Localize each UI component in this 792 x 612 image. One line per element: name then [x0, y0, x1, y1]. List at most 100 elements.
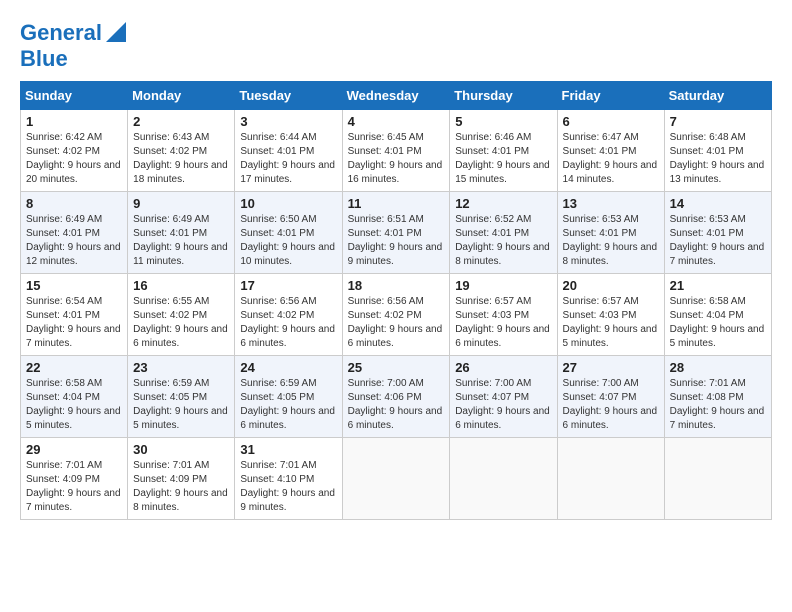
day-info: Sunrise: 7:00 AMSunset: 4:07 PMDaylight:…	[455, 377, 551, 433]
calendar-day: 8Sunrise: 6:49 AMSunset: 4:01 PMDaylight…	[21, 192, 128, 274]
calendar-day: 18Sunrise: 6:56 AMSunset: 4:02 PMDayligh…	[342, 274, 450, 356]
day-number: 8	[26, 196, 122, 211]
day-number: 28	[670, 360, 766, 375]
calendar-day: 27 Sunrise: 7:00 AMSunset: 4:07 PMDayligh…	[557, 356, 664, 438]
day-number: 25	[348, 360, 445, 375]
day-info: Sunrise: 6:58 AMSunset: 4:04 PMDaylight:…	[670, 295, 766, 351]
empty-cell	[664, 438, 771, 520]
day-number: 15	[26, 278, 122, 293]
calendar-day: 4 Sunrise: 6:45 AMSunset: 4:01 PMDaylight…	[342, 110, 450, 192]
day-number: 12	[455, 196, 551, 211]
day-info: Sunrise: 6:53 AMSunset: 4:01 PMDaylight:…	[670, 213, 766, 269]
calendar-day: 13Sunrise: 6:53 AMSunset: 4:01 PMDayligh…	[557, 192, 664, 274]
logo-icon	[106, 22, 126, 42]
day-number: 22	[26, 360, 122, 375]
day-header: Sunday	[21, 82, 128, 110]
day-number: 13	[563, 196, 659, 211]
calendar-week: 15 Sunrise: 6:54 AMSunset: 4:01 PMDayligh…	[21, 274, 772, 356]
day-info: Sunrise: 7:01 AMSunset: 4:10 PMDaylight:…	[240, 459, 336, 515]
day-number: 27	[563, 360, 659, 375]
day-info: Sunrise: 6:51 AMSunset: 4:01 PMDaylight:…	[348, 213, 445, 269]
calendar-day: 7Sunrise: 6:48 AMSunset: 4:01 PMDaylight…	[664, 110, 771, 192]
day-number: 2	[133, 114, 229, 129]
day-number: 4	[348, 114, 445, 129]
day-number: 14	[670, 196, 766, 211]
day-number: 10	[240, 196, 336, 211]
day-number: 5	[455, 114, 551, 129]
calendar-day: 19 Sunrise: 6:57 AMSunset: 4:03 PMDayligh…	[450, 274, 557, 356]
day-info: Sunrise: 6:48 AMSunset: 4:01 PMDaylight:…	[670, 131, 766, 187]
calendar-day: 2 Sunrise: 6:43 AMSunset: 4:02 PMDaylight…	[128, 110, 235, 192]
day-number: 19	[455, 278, 551, 293]
calendar-day: 6 Sunrise: 6:47 AMSunset: 4:01 PMDaylight…	[557, 110, 664, 192]
calendar-week: 8 Sunrise: 6:49 AMSunset: 4:01 PMDaylight…	[21, 192, 772, 274]
day-number: 26	[455, 360, 551, 375]
day-header: Thursday	[450, 82, 557, 110]
day-info: Sunrise: 6:45 AMSunset: 4:01 PMDaylight:…	[348, 131, 445, 187]
day-info: Sunrise: 6:46 AMSunset: 4:01 PMDaylight:…	[455, 131, 551, 187]
day-number: 17	[240, 278, 336, 293]
day-info: Sunrise: 6:56 AMSunset: 4:02 PMDaylight:…	[240, 295, 336, 351]
calendar-day: 29Sunrise: 7:01 AMSunset: 4:09 PMDayligh…	[21, 438, 128, 520]
calendar-day: 22 Sunrise: 6:58 AMSunset: 4:04 PMDayligh…	[21, 356, 128, 438]
day-number: 11	[348, 196, 445, 211]
day-number: 24	[240, 360, 336, 375]
day-info: Sunrise: 7:00 AMSunset: 4:06 PMDaylight:…	[348, 377, 445, 433]
empty-cell	[557, 438, 664, 520]
day-info: Sunrise: 6:57 AMSunset: 4:03 PMDaylight:…	[455, 295, 551, 351]
calendar-day: 28 Sunrise: 7:01 AMSunset: 4:08 PMDayligh…	[664, 356, 771, 438]
calendar-week: 1 Sunrise: 6:42 AMSunset: 4:02 PMDaylight…	[21, 110, 772, 192]
day-info: Sunrise: 6:58 AMSunset: 4:04 PMDaylight:…	[26, 377, 122, 433]
day-number: 29	[26, 442, 122, 457]
day-info: Sunrise: 6:54 AMSunset: 4:01 PMDaylight:…	[26, 295, 122, 351]
day-number: 6	[563, 114, 659, 129]
day-info: Sunrise: 6:47 AMSunset: 4:01 PMDaylight:…	[563, 131, 659, 187]
day-number: 31	[240, 442, 336, 457]
day-number: 3	[240, 114, 336, 129]
calendar: SundayMondayTuesdayWednesdayThursdayFrid…	[20, 81, 772, 520]
day-info: Sunrise: 6:56 AMSunset: 4:02 PMDaylight:…	[348, 295, 445, 351]
calendar-week: 22 Sunrise: 6:58 AMSunset: 4:04 PMDayligh…	[21, 356, 772, 438]
logo-text-blue: Blue	[20, 47, 68, 71]
calendar-week: 29Sunrise: 7:01 AMSunset: 4:09 PMDayligh…	[21, 438, 772, 520]
day-info: Sunrise: 6:49 AMSunset: 4:01 PMDaylight:…	[133, 213, 229, 269]
page-header: General Blue	[20, 20, 772, 71]
calendar-day: 10Sunrise: 6:50 AMSunset: 4:01 PMDayligh…	[235, 192, 342, 274]
empty-cell	[342, 438, 450, 520]
day-header: Tuesday	[235, 82, 342, 110]
day-info: Sunrise: 7:01 AMSunset: 4:08 PMDaylight:…	[670, 377, 766, 433]
day-header: Saturday	[664, 82, 771, 110]
calendar-day: 14 Sunrise: 6:53 AMSunset: 4:01 PMDayligh…	[664, 192, 771, 274]
day-header: Friday	[557, 82, 664, 110]
day-number: 23	[133, 360, 229, 375]
calendar-day: 26 Sunrise: 7:00 AMSunset: 4:07 PMDayligh…	[450, 356, 557, 438]
calendar-day: 12 Sunrise: 6:52 AMSunset: 4:01 PMDayligh…	[450, 192, 557, 274]
calendar-body: 1 Sunrise: 6:42 AMSunset: 4:02 PMDaylight…	[21, 110, 772, 520]
calendar-day: 21 Sunrise: 6:58 AMSunset: 4:04 PMDayligh…	[664, 274, 771, 356]
day-info: Sunrise: 6:52 AMSunset: 4:01 PMDaylight:…	[455, 213, 551, 269]
calendar-day: 23Sunrise: 6:59 AMSunset: 4:05 PMDayligh…	[128, 356, 235, 438]
calendar-header: SundayMondayTuesdayWednesdayThursdayFrid…	[21, 82, 772, 110]
logo: General Blue	[20, 20, 126, 71]
day-info: Sunrise: 7:00 AMSunset: 4:07 PMDaylight:…	[563, 377, 659, 433]
day-number: 20	[563, 278, 659, 293]
day-number: 1	[26, 114, 122, 129]
calendar-day: 31 Sunrise: 7:01 AMSunset: 4:10 PMDayligh…	[235, 438, 342, 520]
day-info: Sunrise: 6:43 AMSunset: 4:02 PMDaylight:…	[133, 131, 229, 187]
calendar-day: 9 Sunrise: 6:49 AMSunset: 4:01 PMDaylight…	[128, 192, 235, 274]
calendar-day: 24 Sunrise: 6:59 AMSunset: 4:05 PMDayligh…	[235, 356, 342, 438]
day-number: 9	[133, 196, 229, 211]
day-header: Wednesday	[342, 82, 450, 110]
day-info: Sunrise: 6:57 AMSunset: 4:03 PMDaylight:…	[563, 295, 659, 351]
day-number: 16	[133, 278, 229, 293]
empty-cell	[450, 438, 557, 520]
calendar-day: 17 Sunrise: 6:56 AMSunset: 4:02 PMDayligh…	[235, 274, 342, 356]
calendar-day: 3Sunrise: 6:44 AMSunset: 4:01 PMDaylight…	[235, 110, 342, 192]
calendar-day: 20 Sunrise: 6:57 AMSunset: 4:03 PMDayligh…	[557, 274, 664, 356]
logo-text: General	[20, 21, 102, 45]
day-info: Sunrise: 6:42 AMSunset: 4:02 PMDaylight:…	[26, 131, 122, 187]
day-info: Sunrise: 6:59 AMSunset: 4:05 PMDaylight:…	[240, 377, 336, 433]
calendar-day: 16Sunrise: 6:55 AMSunset: 4:02 PMDayligh…	[128, 274, 235, 356]
day-number: 21	[670, 278, 766, 293]
calendar-day: 5 Sunrise: 6:46 AMSunset: 4:01 PMDaylight…	[450, 110, 557, 192]
